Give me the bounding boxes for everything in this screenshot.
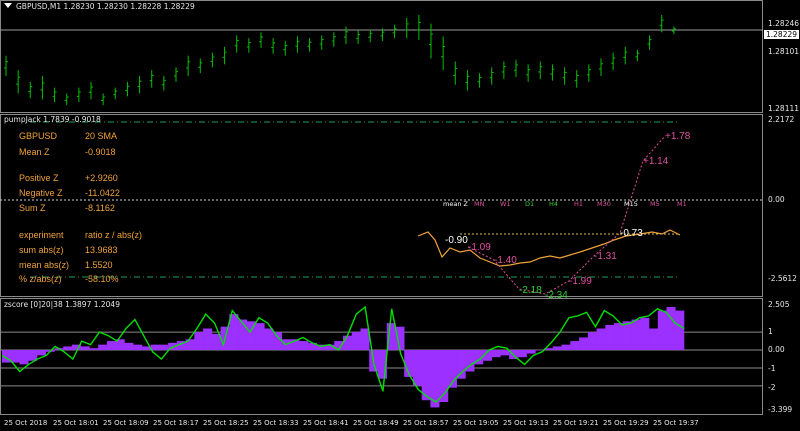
- zscore-hist-bar: [552, 346, 562, 351]
- price-label-bottom: 1.28111: [768, 104, 800, 113]
- zscore-hist-bar: [605, 324, 615, 351]
- time-label: 25 Oct 18:09: [103, 419, 149, 427]
- time-label: 25 Oct 18:17: [153, 419, 199, 427]
- zscore-hist-bar: [675, 310, 685, 351]
- zscore-hist-bar: [89, 348, 99, 351]
- zscore-hist-bar: [264, 328, 274, 351]
- zscore-hist-bar: [80, 346, 90, 351]
- zscore-hist-bar: [587, 332, 597, 351]
- zscore-hist-bar: [255, 323, 265, 351]
- pumpjack-axis-zero: 0.00: [768, 195, 785, 204]
- zscore-hist-bar: [631, 319, 641, 351]
- last-price-box: 1.28229: [764, 30, 800, 39]
- time-label: 25 Oct 18:33: [253, 419, 299, 427]
- zscore-hist-bar: [412, 350, 422, 386]
- time-label: 25 Oct 19:21: [553, 419, 599, 427]
- zscore-hist-bar: [351, 332, 361, 351]
- zscore-hist-bar: [360, 328, 370, 351]
- time-label: 25 Oct 18:01: [53, 419, 99, 427]
- time-label: 25 Oct 19:29: [603, 419, 649, 427]
- time-label: 25 Oct 18:25: [203, 419, 249, 427]
- time-label: 25 Oct 2018: [4, 419, 48, 427]
- zscore-header: zscore [0]20|38 1.3897 1.2049: [4, 300, 120, 309]
- zscore-axis-neg2: -2: [768, 383, 776, 392]
- zscore-hist-bar: [63, 346, 73, 351]
- time-label: 25 Oct 18:41: [303, 419, 349, 427]
- zscore-axis-1: 1: [768, 327, 773, 336]
- pumpjack-axis-bottom: -2.5612: [768, 274, 797, 283]
- zscore-hist-bar: [579, 337, 589, 351]
- zscore-hist-bar: [561, 344, 571, 351]
- zscore-hist-bar: [36, 350, 47, 356]
- zscore-hist-bar: [19, 350, 29, 365]
- zscore-axis-2505: 2.505: [768, 300, 790, 309]
- zscore-hist-bar: [194, 332, 204, 351]
- zscore-hist-bar: [159, 344, 169, 351]
- zscore-hist-bar: [640, 317, 650, 351]
- zscore-hist-bar: [570, 341, 580, 351]
- time-label: 25 Oct 19:05: [453, 419, 499, 427]
- pumpjack-axis-top: 2.2172: [768, 115, 795, 124]
- zscore-hist-bar: [150, 344, 160, 351]
- time-label: 25 Oct 18:57: [403, 419, 449, 427]
- zscore-hist-bar: [517, 350, 527, 358]
- zscore-hist-bar: [98, 344, 108, 351]
- zscore-line: [1, 305, 685, 403]
- zscore-hist-bar: [596, 328, 606, 351]
- zscore-hist-bar: [491, 350, 501, 358]
- zscore-hist-bar: [133, 344, 143, 351]
- zscore-hist-bar: [622, 321, 632, 351]
- zscore-hist-bar: [614, 323, 624, 351]
- zscore-histogram: [0, 305, 763, 408]
- zscore-hist-bar: [229, 314, 239, 351]
- zscore-axis-0: 0.00: [768, 345, 785, 354]
- zscore-hist-bar: [10, 350, 20, 363]
- zscore-hist-bar: [395, 326, 405, 351]
- zscore-hist-bar: [500, 350, 510, 356]
- time-label: 25 Oct 19:37: [653, 419, 699, 427]
- zscore-hist-bar: [456, 350, 466, 379]
- time-label: 25 Oct 19:13: [503, 419, 549, 427]
- price-label-mid: 1.28101: [768, 47, 800, 56]
- zscore-axis-neg1: -1: [768, 364, 776, 373]
- zscore-hist-bar: [299, 341, 309, 351]
- zscore-hist-bar: [273, 332, 283, 351]
- price-label-top: 1.28246: [768, 19, 800, 28]
- zscore-hist-bar: [124, 342, 134, 351]
- zscore-hist-bar: [106, 341, 116, 351]
- zscore-hist-bar: [649, 328, 659, 351]
- zscore-hist-bar: [343, 335, 353, 351]
- zscore-axis-bottom: -3.399: [768, 405, 793, 414]
- zscore-hist-bar: [657, 310, 667, 351]
- zscore-hist-bar: [203, 328, 213, 351]
- time-label: 25 Oct 18:49: [353, 419, 399, 427]
- zscore-hist-bar: [526, 350, 536, 354]
